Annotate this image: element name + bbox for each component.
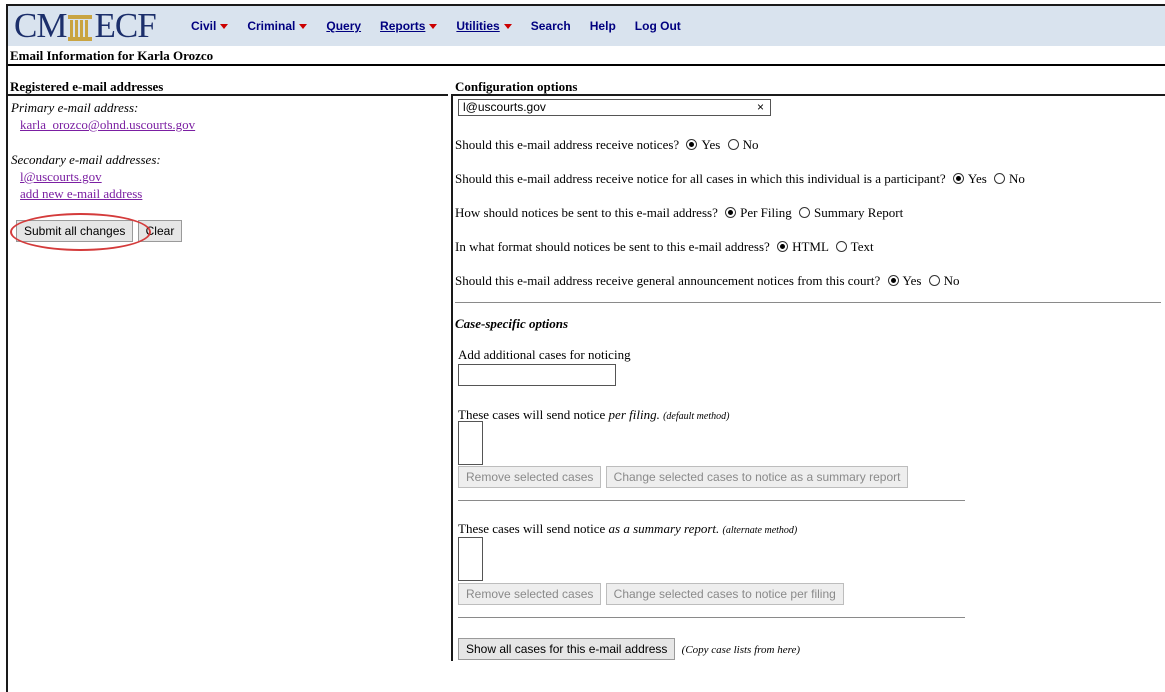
format-question-text: In what format should notices be sent to…: [455, 239, 770, 254]
show-all-cases-button[interactable]: Show all cases for this e-mail address: [458, 638, 676, 660]
show-all-row: Show all cases for this e-mail address (…: [458, 638, 800, 660]
per-filing-divider: [458, 500, 965, 501]
text-radio[interactable]: [835, 241, 847, 252]
participant-yes-label: Yes: [967, 171, 987, 186]
menu-search[interactable]: Search: [531, 19, 571, 33]
per-filing-radio[interactable]: [725, 207, 737, 218]
delivery-method-question-text: How should notices be sent to this e-mai…: [455, 205, 718, 220]
menu-query[interactable]: Query: [326, 19, 361, 33]
notices-yes-radio[interactable]: [686, 139, 698, 150]
chevron-down-icon: [429, 23, 438, 29]
menu-help-label: Help: [589, 19, 616, 33]
change-to-summary-button[interactable]: Change selected cases to notice as a sum…: [605, 466, 909, 488]
menu-criminal[interactable]: Criminal: [247, 19, 308, 33]
courthouse-icon: [67, 14, 93, 42]
add-cases-label: Add additional cases for noticing: [458, 347, 631, 362]
menu-search-label: Search: [530, 19, 571, 33]
title-divider: [8, 64, 1165, 66]
summary-actions: Remove selected cases Change selected ca…: [458, 583, 844, 605]
announcement-yes-radio[interactable]: [887, 275, 899, 286]
case-specific-heading: Case-specific options: [455, 316, 569, 331]
summary-cases-label: These cases will send notice as a summar…: [458, 521, 797, 537]
participant-yes-radio[interactable]: [952, 173, 964, 184]
summary-cases-list[interactable]: [458, 537, 483, 581]
cmecf-logo[interactable]: CM ECF: [14, 6, 157, 45]
per-filing-label: Per Filing: [740, 205, 792, 220]
page-title: Email Information for Karla Orozco: [10, 48, 214, 63]
right-heading-underline: [451, 94, 1165, 96]
left-buttons: Submit all changes Clear: [10, 213, 183, 251]
menu-help[interactable]: Help: [590, 19, 616, 33]
notices-no-label: No: [742, 137, 759, 152]
participant-no-label: No: [1009, 171, 1025, 186]
logo-text-right: ECF: [94, 6, 156, 45]
per-filing-cases-list[interactable]: [458, 421, 483, 465]
add-cases-input[interactable]: [458, 364, 616, 386]
menu-query-label: Query: [326, 19, 362, 33]
clear-button[interactable]: Clear: [137, 220, 183, 242]
column-divider: [451, 95, 453, 661]
section-divider: [455, 302, 1161, 303]
primary-email-link[interactable]: karla_orozco@ohnd.uscourts.gov: [20, 117, 195, 133]
summary-emphasis: as a summary report.: [608, 521, 720, 536]
per-filing-cases-label: These cases will send notice per filing.…: [458, 407, 729, 423]
notices-question-text: Should this e-mail address receive notic…: [455, 137, 680, 152]
html-label: HTML: [792, 239, 829, 254]
delivery-method-question: How should notices be sent to this e-mai…: [455, 205, 903, 221]
remove-per-filing-cases-button[interactable]: Remove selected cases: [458, 466, 602, 488]
menu-civil[interactable]: Civil: [191, 19, 229, 33]
logo-text-left: CM: [14, 6, 67, 45]
primary-email-label: Primary e-mail address:: [11, 100, 139, 115]
summary-report-radio[interactable]: [799, 207, 810, 218]
add-new-email-link[interactable]: add new e-mail address: [20, 186, 142, 202]
participant-question-text: Should this e-mail address receive notic…: [455, 171, 946, 186]
secondary-email-link[interactable]: l@uscourts.gov: [20, 169, 102, 185]
menu-reports[interactable]: Reports: [380, 19, 438, 33]
menu-civil-label: Civil: [191, 19, 217, 33]
remove-summary-cases-button[interactable]: Remove selected cases: [458, 583, 602, 605]
per-filing-actions: Remove selected cases Change selected ca…: [458, 466, 909, 488]
email-field-value: l@uscourts.gov: [463, 100, 546, 114]
notices-no-radio[interactable]: [727, 139, 739, 150]
default-method-note: (default method): [663, 411, 730, 422]
menu-logout[interactable]: Log Out: [635, 19, 681, 33]
menu-reports-label: Reports: [380, 19, 426, 33]
notices-yes-label: Yes: [701, 137, 721, 152]
per-filing-emphasis: per filing.: [608, 407, 660, 422]
menu-utilities-label: Utilities: [456, 19, 500, 33]
participant-no-radio[interactable]: [994, 173, 1006, 184]
menu-criminal-label: Criminal: [247, 19, 296, 33]
copy-note: (Copy case lists from here): [681, 644, 801, 656]
alternate-method-note: (alternate method): [722, 525, 798, 536]
announcement-no-radio[interactable]: [928, 275, 940, 286]
announcement-no-label: No: [943, 273, 960, 288]
summary-report-label: Summary Report: [814, 205, 904, 220]
participant-question: Should this e-mail address receive notic…: [455, 171, 1025, 187]
secondary-email-label: Secondary e-mail addresses:: [11, 152, 161, 167]
menu-utilities[interactable]: Utilities: [456, 19, 512, 33]
configuration-options-heading: Configuration options: [455, 79, 578, 94]
notices-question: Should this e-mail address receive notic…: [455, 137, 759, 153]
submit-all-changes-button[interactable]: Submit all changes: [16, 220, 134, 242]
announcement-yes-label: Yes: [902, 273, 922, 288]
text-label: Text: [850, 239, 874, 254]
html-radio[interactable]: [777, 241, 789, 252]
announcement-question: Should this e-mail address receive gener…: [455, 273, 960, 289]
clear-field-icon[interactable]: ×: [757, 100, 764, 115]
chevron-down-icon: [299, 23, 308, 29]
main-menu: Civil Criminal Query Reports Utilities S…: [191, 19, 700, 33]
summary-intro: These cases will send notice: [458, 521, 606, 536]
per-filing-intro: These cases will send notice: [458, 407, 606, 422]
left-heading-underline: [8, 94, 448, 96]
format-question: In what format should notices be sent to…: [455, 239, 874, 255]
chevron-down-icon: [503, 23, 512, 29]
change-to-per-filing-button[interactable]: Change selected cases to notice per fili…: [605, 583, 844, 605]
announcement-question-text: Should this e-mail address receive gener…: [455, 273, 881, 288]
email-field[interactable]: l@uscourts.gov ×: [458, 99, 771, 116]
menu-logout-label: Log Out: [634, 19, 681, 33]
registered-emails-heading: Registered e-mail addresses: [10, 79, 164, 94]
summary-divider: [458, 617, 965, 618]
chevron-down-icon: [220, 23, 229, 29]
nav-bar: CM ECF Civil Criminal Query Reports Util…: [8, 6, 1165, 46]
